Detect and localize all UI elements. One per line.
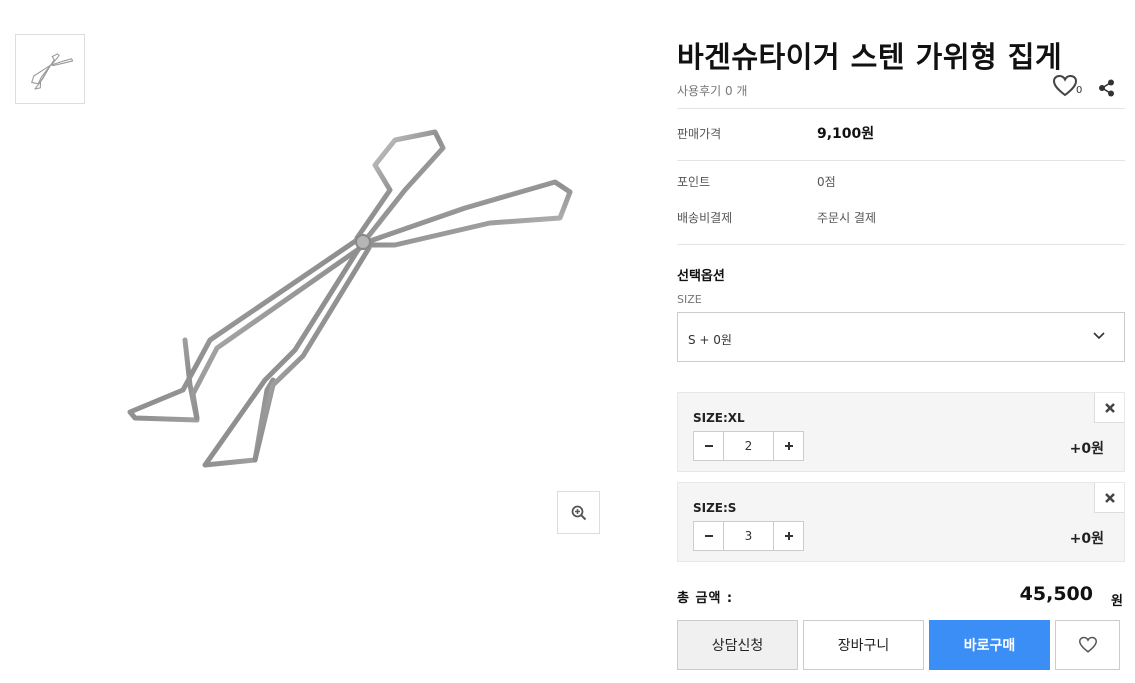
- buy-now-button[interactable]: 바로구매: [929, 620, 1050, 670]
- selected-option-item: SIZE:S 3 +0원: [677, 482, 1125, 562]
- quantity-value[interactable]: 2: [724, 432, 773, 460]
- shipping-label: 배송비결제: [677, 211, 733, 225]
- add-to-cart-button[interactable]: 장바구니: [803, 620, 924, 670]
- quantity-decrease-button[interactable]: [694, 432, 724, 460]
- plus-icon: [784, 532, 793, 540]
- divider: [677, 108, 1125, 109]
- remove-option-button[interactable]: [1094, 483, 1124, 513]
- heart-icon: [1078, 636, 1097, 653]
- total-value: 45,500: [1019, 583, 1093, 605]
- size-select[interactable]: S + 0원: [677, 312, 1125, 362]
- minus-icon: [704, 535, 713, 537]
- wishlist-button[interactable]: [1055, 620, 1120, 670]
- price-label: 판매가격: [677, 127, 722, 141]
- point-value: 0점: [817, 175, 836, 189]
- product-main-image: [95, 40, 615, 510]
- total-unit: 원: [1111, 594, 1123, 609]
- product-title: 바겐슈타이거 스텐 가위형 집게: [677, 40, 1063, 74]
- like-count: 0: [1076, 85, 1083, 96]
- share-icon[interactable]: [1098, 79, 1116, 97]
- heart-icon[interactable]: [1052, 74, 1078, 98]
- size-label: SIZE: [677, 293, 702, 306]
- product-thumbnail[interactable]: [15, 34, 85, 104]
- price-value: 9,100원: [817, 126, 875, 142]
- tongs-image: [127, 129, 573, 468]
- remove-option-button[interactable]: [1094, 393, 1124, 423]
- zoom-in-icon: [571, 505, 586, 520]
- shipping-value: 주문시 결제: [817, 211, 877, 225]
- option-item-price: +0원: [1069, 531, 1104, 547]
- option-item-name: SIZE:XL: [693, 411, 745, 425]
- option-item-name: SIZE:S: [693, 501, 737, 515]
- size-select-value: S + 0원: [688, 333, 732, 347]
- option-section-title: 선택옵션: [677, 269, 725, 284]
- divider: [677, 160, 1125, 161]
- product-detail-page: 바겐슈타이거 스텐 가위형 집게 사용후기 0 개 0 판매가격 9,100원 …: [0, 0, 1135, 683]
- consult-button[interactable]: 상담신청: [677, 620, 798, 670]
- close-icon: [1104, 402, 1115, 413]
- chevron-down-icon: [1093, 332, 1105, 340]
- plus-icon: [784, 442, 793, 450]
- divider: [677, 244, 1125, 245]
- option-item-price: +0원: [1069, 441, 1104, 457]
- quantity-stepper: 3: [693, 521, 804, 551]
- quantity-decrease-button[interactable]: [694, 522, 724, 550]
- thumbnail-tongs-image: [31, 53, 74, 90]
- total-label: 총 금액 :: [677, 591, 734, 606]
- minus-icon: [704, 445, 713, 447]
- quantity-stepper: 2: [693, 431, 804, 461]
- review-count[interactable]: 사용후기 0 개: [677, 82, 747, 99]
- quantity-increase-button[interactable]: [773, 432, 803, 460]
- quantity-increase-button[interactable]: [773, 522, 803, 550]
- zoom-button[interactable]: [557, 491, 600, 534]
- close-icon: [1104, 492, 1115, 503]
- quantity-value[interactable]: 3: [724, 522, 773, 550]
- point-label: 포인트: [677, 175, 711, 189]
- selected-option-item: SIZE:XL 2 +0원: [677, 392, 1125, 472]
